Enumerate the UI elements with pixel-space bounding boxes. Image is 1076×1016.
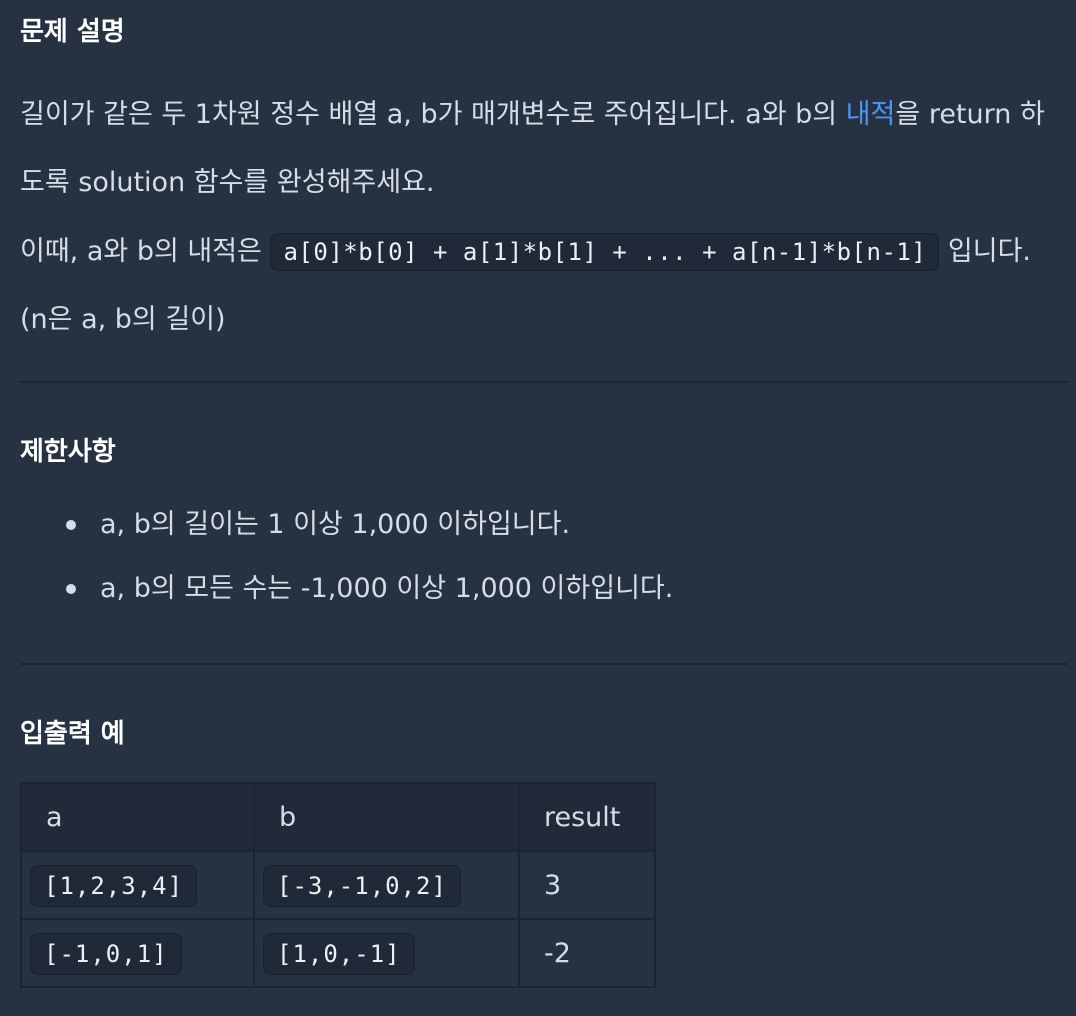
table-cell-b: [1,0,-1] <box>253 918 520 988</box>
table-row: [-1,0,1] [1,0,-1] -2 <box>20 918 656 988</box>
table-row: [1,2,3,4] [-3,-1,0,2] 3 <box>20 850 656 920</box>
cell-code: [-3,-1,0,2] <box>263 864 461 907</box>
column-header-result: result <box>518 782 656 852</box>
table-header-row: a b result <box>20 782 656 852</box>
cell-code: [-1,0,1] <box>30 932 182 975</box>
table-cell-a: [1,2,3,4] <box>20 850 255 920</box>
constraint-item: a, b의 모든 수는 -1,000 이상 1,000 이하입니다. <box>20 557 673 621</box>
description-paragraph: 길이가 같은 두 1차원 정수 배열 a, b가 매개변수로 주어집니다. a와… <box>20 81 1060 217</box>
table-cell-b: [-3,-1,0,2] <box>253 850 520 920</box>
cell-code: [1,2,3,4] <box>30 864 198 907</box>
cell-code: [1,0,-1] <box>263 932 415 975</box>
examples-table: a b result [1,2,3,4] [-3,-1,0,2] 3 [-1,0… <box>20 782 656 988</box>
description-heading: 문제 설명 <box>20 17 125 47</box>
dot-product-paragraph: 이때, a와 b의 내적은 a[0]*b[0] + a[1]*b[1] + ..… <box>20 218 1060 354</box>
constraint-item: a, b의 길이는 1 이상 1,000 이하입니다. <box>20 493 673 557</box>
constraints-list: a, b의 길이는 1 이상 1,000 이하입니다. a, b의 모든 수는 … <box>20 493 673 621</box>
table-cell-result: 3 <box>518 850 656 920</box>
section-divider <box>20 381 1068 383</box>
dot-product-link[interactable]: 내적 <box>846 99 896 130</box>
column-header-a: a <box>20 782 255 852</box>
problem-description-panel: 문제 설명 길이가 같은 두 1차원 정수 배열 a, b가 매개변수로 주어집… <box>0 0 1076 1016</box>
constraints-heading: 제한사항 <box>20 437 116 467</box>
table-cell-a: [-1,0,1] <box>20 918 255 988</box>
description-text-1: 길이가 같은 두 1차원 정수 배열 a, b가 매개변수로 주어집니다. a와… <box>20 99 846 130</box>
examples-heading: 입출력 예 <box>20 719 125 749</box>
section-divider <box>20 663 1068 665</box>
table-cell-result: -2 <box>518 918 656 988</box>
column-header-b: b <box>253 782 520 852</box>
dot-product-formula: a[0]*b[0] + a[1]*b[1] + ... + a[n-1]*b[n… <box>270 233 940 271</box>
dot-product-text-1: 이때, a와 b의 내적은 <box>20 236 271 267</box>
